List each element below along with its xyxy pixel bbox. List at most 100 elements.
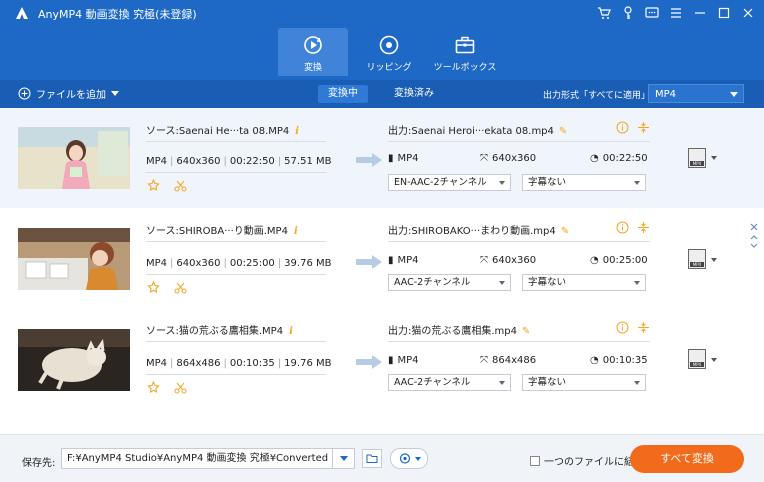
divider: [146, 172, 326, 173]
audio-track-select[interactable]: AAC-2チャンネル: [388, 374, 511, 391]
maximize-icon[interactable]: [714, 3, 734, 23]
output-filename: 出力:Saenai Heroi···ekata 08.mp4 ✎: [388, 122, 567, 137]
subtab-converting[interactable]: 変換中: [318, 85, 368, 103]
audio-track-select[interactable]: EN-AAC-2チャンネル: [388, 174, 511, 191]
subtitle-select[interactable]: 字幕ない: [522, 274, 646, 291]
audio-track-value: AAC-2チャンネル: [394, 277, 471, 288]
chevron-down-icon[interactable]: [711, 358, 717, 362]
video-thumbnail[interactable]: [18, 228, 130, 290]
output-filename: 出力:猫の荒ぶる鷹相集.mp4 ✎: [388, 322, 530, 337]
edit-tools: [147, 281, 187, 294]
add-file-label: ファイルを追加: [36, 90, 106, 101]
tab-convert[interactable]: 変換: [278, 28, 348, 76]
clock-icon: ◔: [590, 255, 599, 266]
merge-checkbox[interactable]: [530, 455, 540, 466]
merge-option[interactable]: 一つのファイルに結合: [530, 453, 644, 468]
output-resolution: 640x360: [492, 255, 537, 266]
row-tools: [616, 321, 650, 334]
gear-icon: [399, 453, 421, 464]
save-path-value: F:¥AnyMP4 Studio¥AnyMP4 動画変換 究極¥Converte…: [67, 453, 329, 464]
info-circle-icon[interactable]: [616, 121, 629, 134]
compress-icon[interactable]: [637, 121, 650, 134]
chevron-down-icon[interactable]: [111, 90, 119, 97]
main-tabs: 変換 リッピング ツールボックス: [278, 28, 506, 76]
chevron-down-icon[interactable]: [332, 449, 354, 468]
header: AnyMP4 動画変換 究極(未登録) 変換 リッピング ツールボックス: [0, 0, 764, 80]
source-size: 39.76 MB: [284, 258, 332, 269]
magic-edit-icon[interactable]: [147, 381, 160, 394]
pencil-icon[interactable]: ✎: [559, 126, 567, 137]
audio-track-value: AAC-2チャンネル: [394, 377, 471, 388]
output-format-label: 出力形式「すべてに適用」:: [543, 91, 654, 101]
info-icon[interactable]: i: [289, 326, 293, 337]
close-icon[interactable]: [738, 3, 758, 23]
resize-icon: ⤧: [480, 255, 488, 266]
format-preset-icon[interactable]: MP4: [688, 349, 706, 369]
key-icon[interactable]: [618, 3, 638, 23]
chevron-down-icon: [499, 281, 505, 285]
subtitle-select[interactable]: 字幕ない: [522, 374, 646, 391]
format-preset-badge: MP4: [690, 362, 704, 367]
format-preset-icon[interactable]: MP4: [688, 249, 706, 269]
scissors-icon[interactable]: [174, 381, 187, 394]
open-folder-button[interactable]: [362, 449, 382, 468]
magic-edit-icon[interactable]: [147, 281, 160, 294]
menu-icon[interactable]: [666, 3, 686, 23]
source-filename-text: ソース:Saenai He···ta 08.MP4: [146, 126, 290, 137]
video-thumbnail[interactable]: [18, 127, 130, 189]
source-filename: ソース:SHIROBA···り動画.MP4 i: [146, 222, 298, 237]
output-format: MP4: [397, 153, 419, 164]
move-up-icon[interactable]: [750, 235, 758, 240]
info-circle-icon[interactable]: [616, 321, 629, 334]
magic-edit-icon[interactable]: [147, 179, 160, 192]
compress-icon[interactable]: [637, 221, 650, 234]
clock-icon: ◔: [590, 153, 599, 164]
format-preset-badge: MP4: [690, 161, 704, 166]
video-thumbnail[interactable]: [18, 329, 130, 391]
pencil-icon[interactable]: ✎: [561, 226, 569, 237]
tab-toolbox[interactable]: ツールボックス: [430, 28, 500, 76]
plus-circle-icon: [18, 87, 31, 100]
settings-button[interactable]: [390, 448, 428, 469]
subtitle-value: 字幕ない: [528, 177, 567, 188]
remove-icon[interactable]: [750, 223, 758, 231]
feedback-icon[interactable]: [642, 3, 662, 23]
chevron-down-icon: [730, 92, 738, 97]
source-size: 19.76 MB: [284, 358, 332, 369]
convert-all-button[interactable]: すべて変換: [630, 445, 744, 473]
divider: [146, 274, 326, 275]
scissors-icon[interactable]: [174, 179, 187, 192]
move-down-icon[interactable]: [750, 243, 758, 248]
tab-ripper[interactable]: リッピング: [354, 28, 424, 76]
info-icon[interactable]: i: [295, 126, 299, 137]
info-icon[interactable]: i: [294, 226, 298, 237]
divider: [146, 241, 326, 242]
subtitle-value: 字幕ない: [528, 277, 567, 288]
subtitle-select[interactable]: 字幕ない: [522, 174, 646, 191]
output-format-select[interactable]: MP4: [648, 84, 744, 103]
title-bar: AnyMP4 動画変換 究極(未登録): [0, 0, 764, 26]
source-format: MP4: [146, 358, 168, 369]
resize-icon: ⤧: [480, 355, 488, 366]
cart-icon[interactable]: [594, 3, 614, 23]
subtab-converted[interactable]: 変換済み: [384, 85, 444, 103]
pencil-icon[interactable]: ✎: [522, 326, 530, 337]
save-path-field[interactable]: F:¥AnyMP4 Studio¥AnyMP4 動画変換 究極¥Converte…: [61, 448, 355, 469]
info-circle-icon[interactable]: [616, 221, 629, 234]
window-controls: [594, 3, 758, 23]
toolbar: ファイルを追加 変換中 変換済み 出力形式「すべてに適用」: MP4: [0, 80, 764, 108]
chevron-down-icon[interactable]: [711, 156, 717, 160]
divider: [388, 141, 650, 142]
chevron-down-icon[interactable]: [711, 258, 717, 262]
source-resolution: 640x360: [176, 156, 221, 167]
compress-icon[interactable]: [637, 321, 650, 334]
minimize-icon[interactable]: [690, 3, 710, 23]
scissors-icon[interactable]: [174, 281, 187, 294]
output-resolution: 640x360: [492, 153, 537, 164]
output-filename-text: 出力:Saenai Heroi···ekata 08.mp4: [388, 126, 554, 137]
audio-track-select[interactable]: AAC-2チャンネル: [388, 274, 511, 291]
tab-convert-label: 変換: [303, 63, 322, 73]
format-preset-icon[interactable]: MP4: [688, 148, 706, 168]
source-resolution: 864x486: [176, 358, 221, 369]
add-file-button[interactable]: ファイルを追加: [18, 86, 119, 101]
